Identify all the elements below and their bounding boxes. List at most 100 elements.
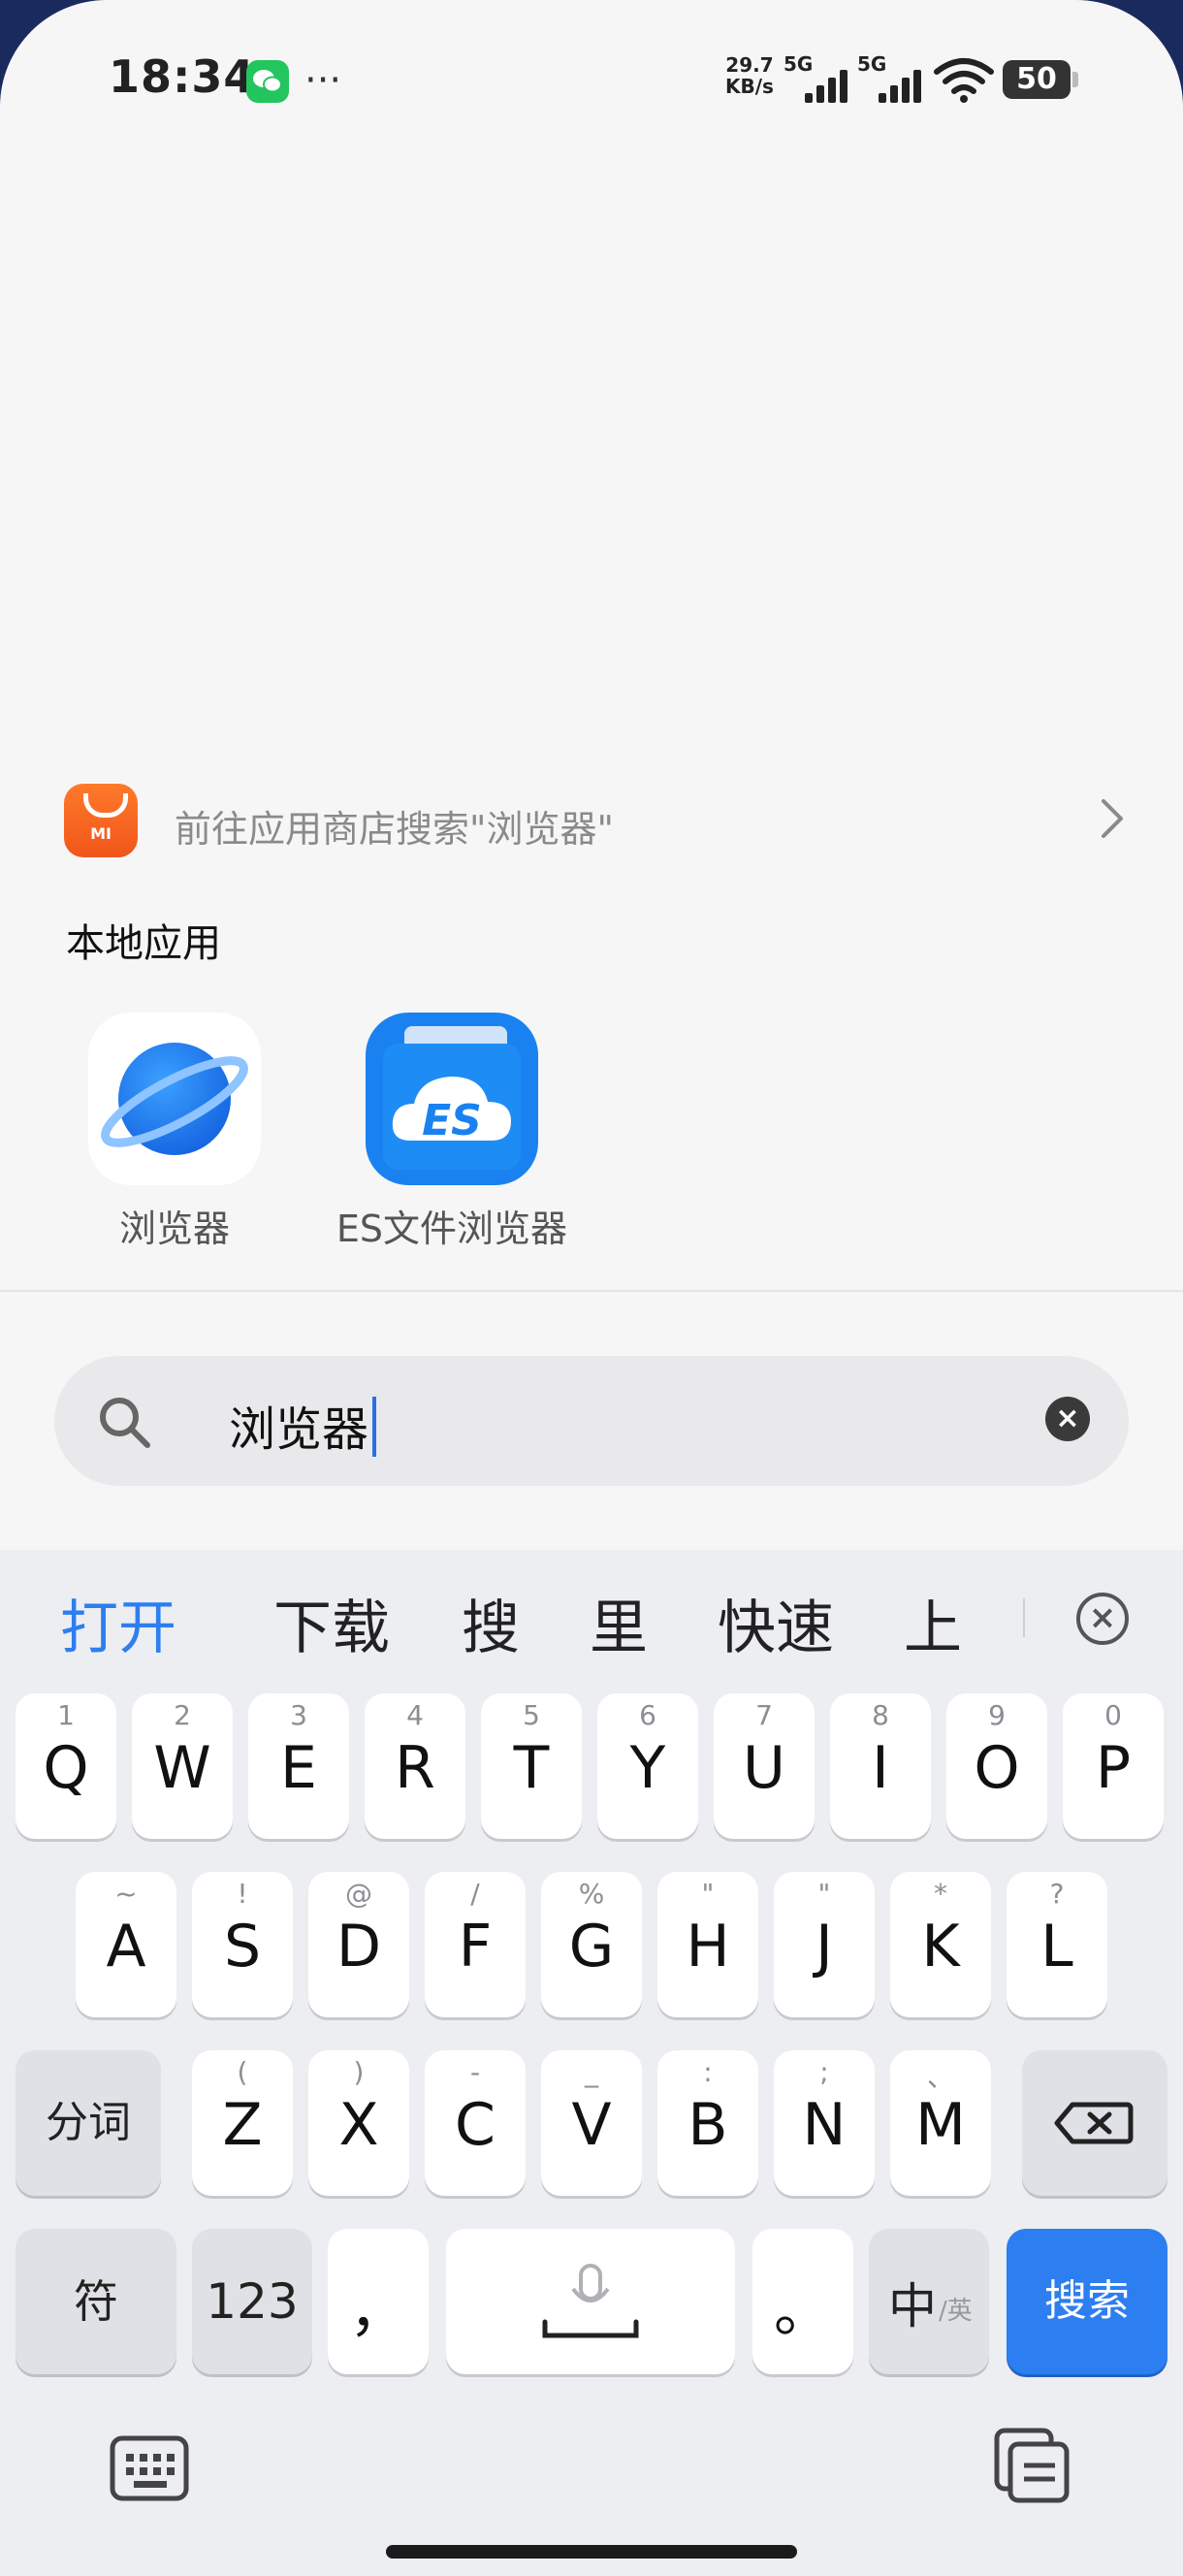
key-hint: )	[353, 2056, 365, 2088]
key-label: ，	[349, 2277, 407, 2345]
app-name: 浏览器	[118, 1208, 230, 1250]
period-key[interactable]: 。	[752, 2229, 853, 2374]
microphone-icon	[542, 2264, 639, 2338]
key-r[interactable]: 4R	[365, 1693, 465, 1839]
key-a[interactable]: ~ A	[76, 1872, 176, 2017]
key-q[interactable]: 1Q	[16, 1693, 116, 1839]
close-icon: ×	[1055, 1401, 1080, 1435]
key-label: C	[455, 2091, 496, 2159]
key-j[interactable]: " J	[774, 1872, 875, 2017]
key-label: T	[513, 1734, 550, 1802]
key-hint: "	[817, 1878, 831, 1910]
key-hint: 5	[523, 1699, 540, 1731]
key-f[interactable]: / F	[425, 1872, 526, 2017]
app-store-icon: MI	[64, 784, 138, 857]
key-l[interactable]: ? L	[1007, 1872, 1107, 2017]
key-hint: -	[469, 2056, 481, 2088]
key-hint: ?	[1049, 1878, 1065, 1910]
key-hint: ~	[114, 1878, 138, 1910]
key-k[interactable]: * K	[890, 1872, 991, 2017]
keyboard-switch-icon[interactable]	[109, 2432, 190, 2506]
candidate-word[interactable]: 下载	[273, 1581, 390, 1665]
clear-search-button[interactable]: ×	[1045, 1397, 1090, 1441]
key-hint: @	[345, 1878, 372, 1910]
symbols-key[interactable]: 符	[16, 2229, 176, 2374]
candidate-word[interactable]: 里	[590, 1581, 648, 1665]
candidate-word[interactable]: 打开	[60, 1581, 176, 1665]
key-p[interactable]: 0P	[1063, 1693, 1164, 1839]
key-label: Y	[629, 1734, 666, 1802]
key-hint: :	[703, 2056, 713, 2088]
key-label: W	[153, 1734, 211, 1802]
key-u[interactable]: 7U	[714, 1693, 815, 1839]
status-time: 18:34	[109, 50, 256, 103]
key-label: M	[915, 2091, 966, 2159]
key-label: N	[802, 2091, 847, 2159]
key-hint: /	[470, 1878, 480, 1910]
search-input[interactable]: 浏览器	[229, 1391, 377, 1459]
space-key[interactable]	[446, 2229, 735, 2374]
backspace-key[interactable]	[1022, 2050, 1167, 2196]
key-x[interactable]: ) X	[308, 2050, 409, 2196]
battery-icon: 50	[1003, 60, 1078, 99]
key-hint: 3	[290, 1699, 307, 1731]
network-speed-unit: KB/s	[725, 75, 774, 98]
app-store-search-row[interactable]: MI 前往应用商店搜索"浏览器"	[64, 784, 1131, 861]
search-submit-button[interactable]: 搜索	[1007, 2229, 1167, 2374]
key-h[interactable]: " H	[657, 1872, 758, 2017]
collapse-candidates-button[interactable]: ×	[1076, 1593, 1129, 1645]
key-z[interactable]: (Z	[192, 2050, 293, 2196]
clipboard-icon[interactable]	[991, 2425, 1072, 2506]
key-label: O	[974, 1734, 1020, 1802]
keyboard: 打开 下载 搜 里 快速 上 × 1Q 2W 3E 4R 5T 6Y 7U 8I…	[0, 1550, 1183, 2576]
key-label: H	[686, 1913, 730, 1980]
key-hint: %	[578, 1878, 605, 1910]
key-c[interactable]: -C	[425, 2050, 526, 2196]
key-hint: *	[934, 1878, 947, 1910]
key-y[interactable]: 6Y	[597, 1693, 698, 1839]
key-hint: 、	[926, 2061, 954, 2093]
key-hint: 7	[755, 1699, 773, 1731]
key-label: V	[571, 2091, 612, 2159]
key-label: J	[815, 1913, 833, 1980]
app-browser[interactable]: 浏览器	[48, 1013, 301, 1252]
key-label: S	[223, 1913, 262, 1980]
key-v[interactable]: _ V	[541, 2050, 642, 2196]
home-indicator[interactable]	[386, 2545, 797, 2559]
key-o[interactable]: 9O	[946, 1693, 1047, 1839]
candidate-word[interactable]: 快速	[718, 1581, 834, 1665]
status-bar: 18:34 ··· 29.7 KB/s 5G 5G 50	[0, 0, 1183, 165]
search-icon	[100, 1398, 150, 1448]
key-g[interactable]: % G	[541, 1872, 642, 2017]
key-i[interactable]: 8I	[830, 1693, 931, 1839]
key-hint: 1	[57, 1699, 75, 1731]
key-label: I	[872, 1734, 889, 1802]
wifi-icon	[934, 58, 994, 103]
key-label: P	[1095, 1734, 1132, 1802]
key-label: U	[743, 1734, 785, 1802]
app-es-file-browser[interactable]: ES ES文件浏览器	[326, 1013, 578, 1252]
key-n[interactable]: ; N	[774, 2050, 875, 2196]
key-m[interactable]: 、 M	[890, 2050, 991, 2196]
key-w[interactable]: 2W	[132, 1693, 233, 1839]
comma-key[interactable]: ，	[328, 2229, 429, 2374]
app-store-icon-letters: MI	[90, 824, 112, 843]
close-icon: ×	[1088, 1598, 1117, 1637]
search-bar[interactable]: 浏览器 ×	[54, 1356, 1129, 1486]
candidate-word[interactable]: 上	[904, 1581, 962, 1665]
search-input-value: 浏览器	[229, 1402, 369, 1457]
word-segment-key[interactable]: 分词	[16, 2050, 161, 2196]
numbers-key[interactable]: 123	[192, 2229, 312, 2374]
key-t[interactable]: 5T	[481, 1693, 582, 1839]
key-s[interactable]: ! S	[192, 1872, 293, 2017]
key-sublabel: /英	[939, 2297, 973, 2326]
key-hint: 2	[174, 1699, 191, 1731]
language-switch-key[interactable]: 中 /英	[869, 2229, 989, 2374]
es-icon-letters: ES	[422, 1096, 482, 1145]
key-d[interactable]: @ D	[308, 1872, 409, 2017]
key-label: 。	[774, 2277, 832, 2345]
key-e[interactable]: 3E	[248, 1693, 349, 1839]
key-label: 符	[74, 2275, 118, 2328]
key-b[interactable]: :B	[657, 2050, 758, 2196]
candidate-word[interactable]: 搜	[462, 1581, 520, 1665]
